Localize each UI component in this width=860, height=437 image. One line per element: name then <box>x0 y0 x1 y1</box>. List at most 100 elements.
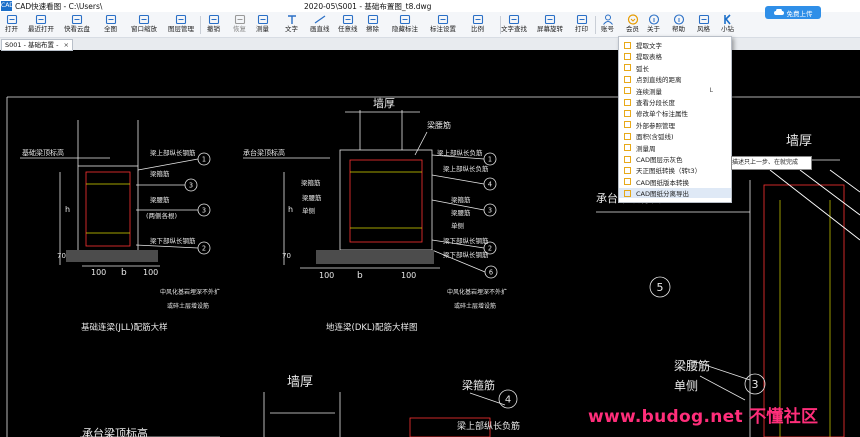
more-tools-dropdown: 提取文字提取表格弧长点到直线的距离 连续测量 L 查看分段长度修改单个标注属性 外部参照… <box>618 36 732 203</box>
vip-icon <box>627 14 638 25</box>
toolbar-button-fit[interactable]: 全图 <box>104 14 117 36</box>
menu-item-extract-table[interactable]: 提取表格 <box>619 51 731 61</box>
tab-close-icon[interactable]: × <box>64 41 69 49</box>
toolbar-button-rotate-screen[interactable]: 屏幕旋转 <box>537 14 563 36</box>
hatch-line <box>829 169 860 193</box>
menu-item-extract-text[interactable]: 提取文字 <box>619 40 731 50</box>
drawing-label: 基础梁顶标高 <box>22 148 64 157</box>
toolbar-button-account[interactable]: 账号 <box>601 14 614 36</box>
segment-length-icon <box>624 98 631 106</box>
rebar-callout-number: 2 <box>202 244 206 252</box>
tooltip: 描述只上一步、在就完成 <box>731 156 812 170</box>
area-arc-icon <box>624 132 631 140</box>
toolbar-button-text[interactable]: 文字 <box>285 14 298 36</box>
toolbar-button-line[interactable]: 画直线 <box>310 14 330 36</box>
toolbar-button-undo[interactable]: 撤销 <box>207 14 220 36</box>
text-icon <box>287 15 296 24</box>
toolbar-button-label: 打开 <box>5 25 18 33</box>
rebar-callout-number: 3 <box>189 181 193 189</box>
cloud-icon <box>71 14 83 25</box>
drawing-label: 梁下部纵长钢筋 <box>443 250 489 259</box>
menu-item-version-convert[interactable]: CAD图纸版本转换 <box>619 177 731 187</box>
toolbar-button-label: 文字 <box>285 25 298 33</box>
menu-item-xref[interactable]: 外部参照管理 <box>619 120 731 130</box>
menu-item-arc-length[interactable]: 弧长 <box>619 63 731 73</box>
toolbar-separator <box>595 16 596 34</box>
drawing-label: 梁腰筋 <box>302 193 322 202</box>
drawing-label: 单侧 <box>302 206 315 215</box>
continuous-measure-icon <box>624 87 631 95</box>
print-icon <box>576 14 587 25</box>
rebar-callout-number: 4 <box>488 180 492 188</box>
menu-item-label: CAD图纸版本转换 <box>636 178 689 187</box>
drawing-label: 梁箍筋 <box>150 169 170 178</box>
menu-item-shortcut: L <box>709 87 713 95</box>
edit-annotation-icon <box>624 109 631 117</box>
main-toolbar: 打开 最近打开 快看云盘 全图 窗口缩放 图层管理 撤销 恢复 测量 文字 画直线 任意线 擦除 隐藏标注… <box>0 12 860 38</box>
menu-item-label: 面积(含弧线) <box>636 133 674 142</box>
toolbar-button-text-search[interactable]: 文字查找 <box>501 14 527 36</box>
toolbar-button-label: 快看云盘 <box>64 25 90 33</box>
toolbar-button-redo[interactable]: 恢复 <box>233 14 246 36</box>
menu-item-export[interactable]: CAD图纸分离导出 <box>619 188 731 199</box>
toolbar-button-window-zoom[interactable]: 窗口缩放 <box>131 14 157 36</box>
menu-item-edit-annotation[interactable]: 修改单个标注属性 <box>619 108 731 118</box>
toolbar-button-label: 关于 <box>647 25 660 33</box>
menu-item-label: 连续测量 <box>636 87 662 96</box>
toolbar-button-vip[interactable]: 会员 <box>626 14 639 36</box>
drawing-label: 100 <box>401 271 416 280</box>
extract-table-icon <box>624 52 631 60</box>
toolbar-button-measure[interactable]: 测量 <box>256 14 269 36</box>
drawing-label: 梁腰筋 <box>451 208 471 217</box>
menu-item-label: CAD图层示灰色 <box>636 156 683 164</box>
app-logo-icon: CAD <box>1 1 14 11</box>
eraser-icon <box>367 14 378 25</box>
menu-item-perimeter[interactable]: 测量周 <box>619 143 731 153</box>
menu-item-convert-t3[interactable]: 天正图纸转换（转t3） <box>619 165 731 175</box>
menu-item-continuous-measure[interactable]: 连续测量 L <box>619 86 731 96</box>
redo-icon <box>234 14 245 25</box>
toolbar-button-label: 测量 <box>256 25 269 33</box>
toolbar-button-history[interactable]: 最近打开 <box>28 14 54 36</box>
toolbar-button-layers[interactable]: 图层管理 <box>168 14 194 36</box>
toolbar-button-freehand[interactable]: 任意线 <box>338 14 358 36</box>
perimeter-icon <box>624 144 631 152</box>
drawing-label: 梁上部纵长负筋 <box>457 420 520 432</box>
menu-item-area-arc[interactable]: 面积(含弧线) <box>619 131 731 141</box>
style-icon <box>698 14 709 25</box>
drawing-label: 梁箍筋 <box>301 178 321 187</box>
toolbar-button-hide-annotation[interactable]: 隐藏标注 <box>392 14 418 36</box>
toolbar-button-label: 比例 <box>471 25 484 33</box>
drawing-label: 70 <box>282 252 291 260</box>
toolbar-button-scale[interactable]: 比例 <box>471 14 484 36</box>
menu-item-label: 点到直线的距离 <box>636 76 682 85</box>
rebar-callout-number: 3 <box>202 206 206 214</box>
extract-text-icon <box>624 41 631 49</box>
toolbar-button-style[interactable]: 风格 <box>697 14 710 36</box>
toolbar-button-cloud[interactable]: 快看云盘 <box>64 14 90 36</box>
toolbar-button-info[interactable]: 关于 <box>647 14 660 36</box>
toolbar-button-k[interactable]: 小钻 <box>721 14 734 36</box>
menu-item-label: 提取表格 <box>636 53 662 62</box>
toolbar-button-help[interactable]: 帮助 <box>672 14 685 36</box>
menu-item-segment-length[interactable]: 查看分段长度 <box>619 97 731 107</box>
drawing-label: 承台梁顶标高 <box>82 426 148 437</box>
version-convert-icon <box>624 178 631 186</box>
drawing-label: 基础连梁(JLL)配筋大样 <box>81 322 168 333</box>
drawing-label: b <box>121 268 127 278</box>
menu-item-label: 弧长 <box>636 64 649 73</box>
toolbar-button-eraser[interactable]: 擦除 <box>366 14 379 36</box>
login-upload-button[interactable]: 免费上传 <box>765 6 821 19</box>
convert-t3-icon <box>624 166 631 174</box>
toolbar-button-print[interactable]: 打印 <box>575 14 588 36</box>
undo-icon <box>208 14 219 25</box>
menu-item-label: 修改单个标注属性 <box>636 110 688 119</box>
scale-icon <box>472 14 483 25</box>
toolbar-button-folder[interactable]: 打开 <box>5 14 18 36</box>
menu-item-gray-layer[interactable]: CAD图层示灰色 <box>619 154 731 164</box>
toolbar-button-label: 恢复 <box>233 25 246 33</box>
menu-item-point-line-distance[interactable]: 点到直线的距离 <box>619 74 731 84</box>
menu-item-label: CAD图纸分离导出 <box>636 190 689 199</box>
right-rebar-cage <box>763 184 845 437</box>
toolbar-button-annotation-settings[interactable]: 标注设置 <box>430 14 456 36</box>
